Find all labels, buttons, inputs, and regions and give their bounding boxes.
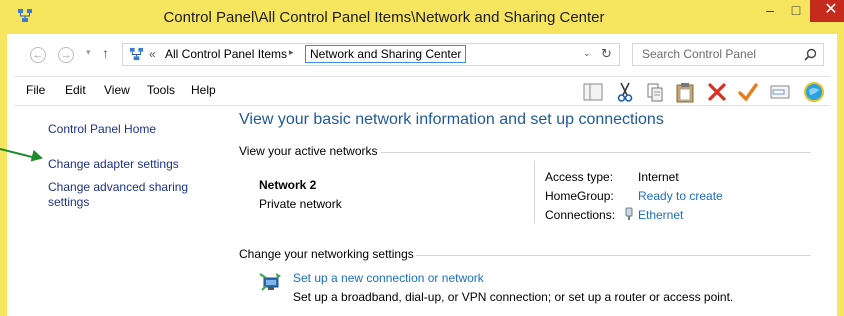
window-title: Control Panel\All Control Panel Items\Ne… xyxy=(163,9,605,26)
refresh-icon[interactable]: ↻ xyxy=(601,46,612,62)
page-title: View your basic network information and … xyxy=(239,111,664,128)
new-connection-icon xyxy=(259,273,281,291)
paste-icon[interactable] xyxy=(674,81,696,103)
menu-tools[interactable]: Tools xyxy=(147,83,175,97)
change-advanced-sharing-line2: settings xyxy=(48,195,90,209)
search-icon[interactable] xyxy=(804,48,817,61)
menu-help[interactable]: Help xyxy=(191,83,216,97)
search-placeholder: Search Control Panel xyxy=(642,47,757,61)
change-settings-heading: Change your networking settings xyxy=(239,247,414,261)
cut-icon[interactable] xyxy=(614,81,636,103)
menu-file[interactable]: File xyxy=(26,83,45,97)
copy-icon[interactable] xyxy=(644,81,666,103)
change-advanced-sharing-link[interactable]: Change advanced sharing settings xyxy=(48,180,188,210)
menu-view[interactable]: View xyxy=(104,83,130,97)
section-divider xyxy=(416,255,811,256)
recent-locations-dropdown[interactable]: ▾ xyxy=(86,47,91,58)
active-networks-heading: View your active networks xyxy=(239,144,378,158)
up-button[interactable]: ↑ xyxy=(102,45,109,61)
ethernet-connection-link[interactable]: Ethernet xyxy=(638,208,683,222)
minimize-button[interactable]: – xyxy=(757,0,783,22)
forward-button[interactable]: → xyxy=(58,47,74,63)
address-dropdown-icon[interactable]: ⌄ xyxy=(583,48,591,59)
globe-icon[interactable] xyxy=(803,81,825,103)
back-button[interactable]: ← xyxy=(30,47,46,63)
breadcrumb-separator-icon[interactable]: ▸ xyxy=(289,47,294,58)
homegroup-link[interactable]: Ready to create xyxy=(638,189,723,203)
setup-connection-link[interactable]: Set up a new connection or network xyxy=(293,271,484,285)
access-type-value: Internet xyxy=(638,170,679,184)
content-area: Control Panel Home Change adapter settin… xyxy=(14,106,830,316)
delete-icon[interactable] xyxy=(706,81,728,103)
address-box[interactable]: « All Control Panel Items ▸ Network and … xyxy=(122,43,620,66)
title-bar[interactable]: Control Panel\All Control Panel Items\Ne… xyxy=(7,0,844,34)
network-category: Private network xyxy=(259,197,342,211)
pane-icon[interactable] xyxy=(582,81,604,103)
change-adapter-settings-link[interactable]: Change adapter settings xyxy=(48,157,179,172)
ethernet-icon xyxy=(625,207,633,220)
vertical-divider xyxy=(534,161,535,223)
breadcrumb-network-and-sharing-center[interactable]: Network and Sharing Center xyxy=(305,45,467,63)
search-input[interactable]: Search Control Panel xyxy=(632,43,824,66)
explorer-window: Control Panel\All Control Panel Items\Ne… xyxy=(0,0,844,316)
maximize-button[interactable]: □ xyxy=(783,0,809,22)
setup-connection-description: Set up a broadband, dial-up, or VPN conn… xyxy=(293,290,734,304)
homegroup-label: HomeGroup: xyxy=(545,189,614,203)
checkmark-icon[interactable] xyxy=(737,81,759,103)
menu-bar: File Edit View Tools Help xyxy=(14,77,830,106)
properties-icon[interactable] xyxy=(769,81,791,103)
network-location-icon xyxy=(129,47,144,61)
control-panel-home-link[interactable]: Control Panel Home xyxy=(48,122,156,137)
address-bar-row: ← → ▾ ↑ « All Control Panel Items ▸ Netw… xyxy=(14,34,830,77)
breadcrumb-overflow-chevron[interactable]: « xyxy=(149,47,156,61)
network-name: Network 2 xyxy=(259,178,317,192)
section-divider xyxy=(381,152,811,153)
close-button[interactable]: ✕ xyxy=(810,0,844,22)
left-pane: Control Panel Home Change adapter settin… xyxy=(14,106,224,316)
menu-edit[interactable]: Edit xyxy=(65,83,86,97)
access-type-label: Access type: xyxy=(545,170,614,184)
connections-label: Connections: xyxy=(545,208,616,222)
breadcrumb-all-control-panel-items[interactable]: All Control Panel Items xyxy=(165,47,287,61)
change-advanced-sharing-line1: Change advanced sharing xyxy=(48,180,189,194)
